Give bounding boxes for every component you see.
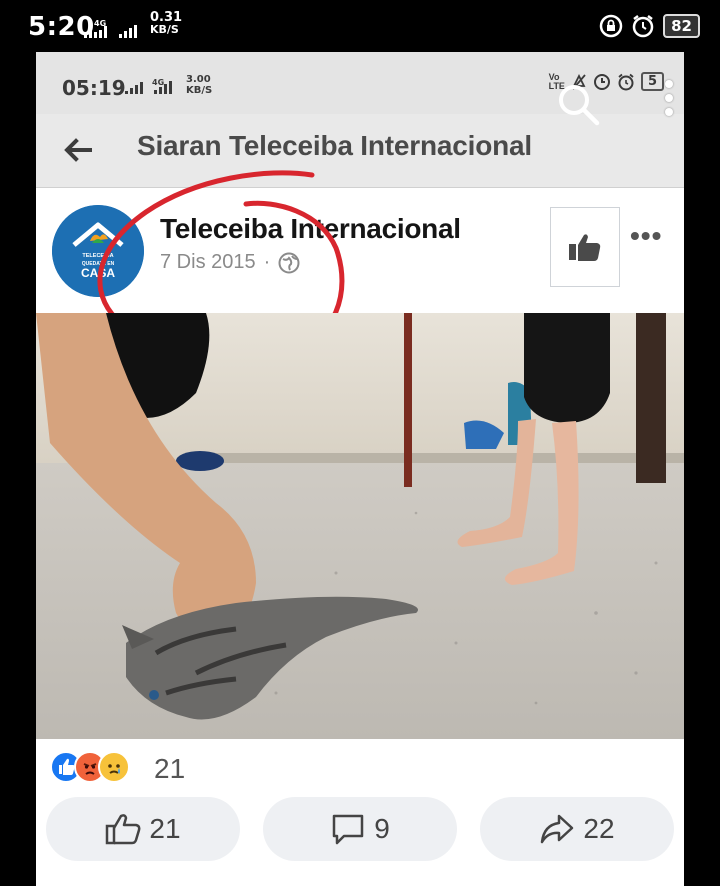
like-outline-icon — [106, 814, 141, 845]
signal-icon-2 — [119, 25, 137, 38]
like-button[interactable]: 21 — [46, 797, 240, 861]
lock-rotation-icon — [599, 14, 623, 38]
comment-count: 9 — [374, 813, 390, 844]
reaction-count: 21 — [154, 753, 186, 784]
outer-status-bar: 5:20 4G 0.31 KB/S 82 — [0, 0, 720, 52]
post-photo-scene — [36, 313, 684, 739]
reaction-icons — [50, 751, 130, 783]
share-button[interactable]: 22 — [480, 797, 674, 861]
reactions-bar[interactable]: 21 — [36, 739, 684, 793]
like-count: 21 — [149, 813, 181, 844]
network-speed: 0.31 KB/S — [150, 11, 182, 36]
alarm-icon — [632, 15, 654, 38]
comment-icon — [332, 814, 364, 845]
sad-reaction-icon — [98, 751, 130, 783]
post-actions: 21 9 22 — [36, 793, 684, 886]
comment-button[interactable]: 9 — [263, 797, 457, 861]
speed-unit: KB/S — [150, 23, 179, 36]
share-count: 22 — [583, 813, 615, 844]
battery-indicator: 82 — [663, 14, 700, 38]
signal-icon: 4G — [84, 20, 107, 38]
outer-status-icons: 82 — [599, 14, 700, 38]
share-icon — [541, 814, 574, 844]
post-photo[interactable] — [36, 313, 684, 739]
inner-screenshot: 05:19 4G 3.00 KB/S Vo LTE 5 Siaran Telec… — [36, 52, 684, 886]
